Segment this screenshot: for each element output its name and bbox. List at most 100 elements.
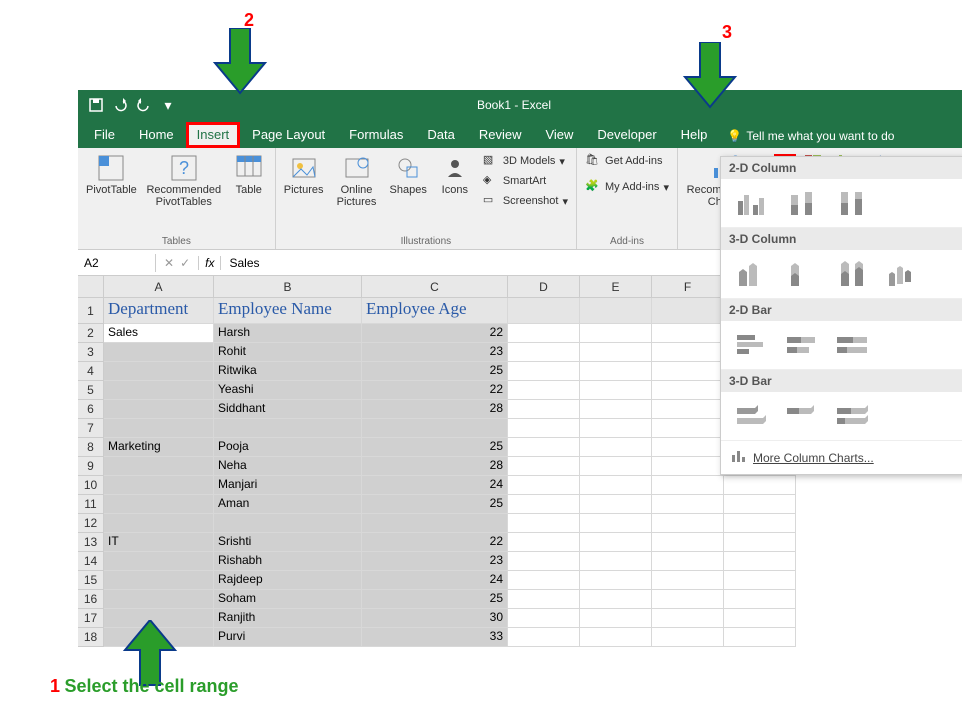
3d-100-stacked-bar-button[interactable]	[833, 400, 873, 432]
select-all-corner[interactable]	[78, 276, 104, 298]
cell[interactable]: 33	[362, 628, 508, 647]
row-header[interactable]: 6	[78, 400, 104, 419]
cell[interactable]	[580, 400, 652, 419]
cell[interactable]: 22	[362, 381, 508, 400]
cell[interactable]: Siddhant	[214, 400, 362, 419]
row-header[interactable]: 18	[78, 628, 104, 647]
stacked-bar-button[interactable]	[783, 329, 823, 361]
cell[interactable]	[724, 533, 796, 552]
cell[interactable]: Pooja	[214, 438, 362, 457]
cell[interactable]	[652, 628, 724, 647]
cell[interactable]: 24	[362, 571, 508, 590]
clustered-column-button[interactable]	[733, 187, 773, 219]
cell[interactable]	[580, 571, 652, 590]
cell[interactable]: 23	[362, 552, 508, 571]
cell[interactable]: 28	[362, 457, 508, 476]
cell[interactable]	[580, 343, 652, 362]
cell[interactable]	[652, 298, 724, 324]
cell[interactable]	[104, 419, 214, 438]
cell[interactable]	[652, 590, 724, 609]
cell[interactable]	[652, 495, 724, 514]
cell[interactable]	[508, 324, 580, 343]
customize-qat-icon[interactable]: ▾	[160, 97, 176, 113]
row-header[interactable]: 17	[78, 609, 104, 628]
cell[interactable]	[580, 324, 652, 343]
tab-help[interactable]: Help	[669, 122, 720, 148]
cell[interactable]	[580, 514, 652, 533]
cell[interactable]	[508, 609, 580, 628]
col-header[interactable]: B	[214, 276, 362, 298]
cell[interactable]	[104, 590, 214, 609]
icons-button[interactable]: Icons	[435, 152, 475, 198]
cell[interactable]: 25	[362, 438, 508, 457]
cell[interactable]	[508, 495, 580, 514]
row-header[interactable]: 8	[78, 438, 104, 457]
cell[interactable]: Purvi	[214, 628, 362, 647]
cell[interactable]: Rishabh	[214, 552, 362, 571]
cell[interactable]	[652, 381, 724, 400]
cell[interactable]	[508, 552, 580, 571]
cell[interactable]	[580, 457, 652, 476]
cell[interactable]	[104, 495, 214, 514]
tab-view[interactable]: View	[533, 122, 585, 148]
cell[interactable]: Neha	[214, 457, 362, 476]
cell[interactable]	[724, 628, 796, 647]
cell[interactable]	[652, 514, 724, 533]
cell[interactable]	[214, 514, 362, 533]
cell[interactable]	[724, 590, 796, 609]
table-button[interactable]: Table	[229, 152, 269, 198]
cell[interactable]	[724, 552, 796, 571]
cell[interactable]	[652, 362, 724, 381]
3d-models-button[interactable]: ▧3D Models ▾	[481, 152, 570, 170]
cell[interactable]: 25	[362, 590, 508, 609]
shapes-button[interactable]: Shapes	[388, 152, 429, 198]
cell[interactable]: Harsh	[214, 324, 362, 343]
col-header[interactable]: C	[362, 276, 508, 298]
cell[interactable]	[580, 438, 652, 457]
my-addins-button[interactable]: 🧩My Add-ins ▾	[583, 178, 671, 196]
3d-stacked-column-button[interactable]	[783, 258, 823, 290]
enter-icon[interactable]: ✓	[180, 256, 190, 270]
cell[interactable]	[104, 476, 214, 495]
row-header[interactable]: 15	[78, 571, 104, 590]
cell[interactable]	[580, 362, 652, 381]
cell[interactable]	[580, 533, 652, 552]
cell[interactable]: 30	[362, 609, 508, 628]
cell[interactable]	[508, 590, 580, 609]
cell[interactable]	[580, 381, 652, 400]
save-icon[interactable]	[88, 97, 104, 113]
3d-column-button[interactable]	[883, 258, 923, 290]
row-header[interactable]: 3	[78, 343, 104, 362]
cell[interactable]	[652, 457, 724, 476]
tab-page-layout[interactable]: Page Layout	[240, 122, 337, 148]
cell[interactable]	[652, 609, 724, 628]
redo-icon[interactable]	[136, 97, 152, 113]
cell[interactable]	[652, 476, 724, 495]
cell[interactable]	[508, 476, 580, 495]
cell[interactable]	[362, 514, 508, 533]
screenshot-button[interactable]: ▭Screenshot ▾	[481, 192, 570, 210]
recommended-pivot-button[interactable]: ? Recommended PivotTables	[145, 152, 223, 210]
cell[interactable]	[652, 552, 724, 571]
cell[interactable]	[508, 628, 580, 647]
3d-stacked-bar-button[interactable]	[783, 400, 823, 432]
3d-clustered-column-button[interactable]	[733, 258, 773, 290]
stacked-column-button[interactable]	[783, 187, 823, 219]
100-stacked-bar-button[interactable]	[833, 329, 873, 361]
cell[interactable]	[104, 362, 214, 381]
tab-data[interactable]: Data	[415, 122, 466, 148]
cell[interactable]: Employee Name	[214, 298, 362, 324]
row-header[interactable]: 5	[78, 381, 104, 400]
row-header[interactable]: 4	[78, 362, 104, 381]
tab-insert[interactable]: Insert	[186, 122, 241, 148]
cell[interactable]: Ritwika	[214, 362, 362, 381]
cell[interactable]	[652, 438, 724, 457]
cell[interactable]: 22	[362, 533, 508, 552]
tab-home[interactable]: Home	[127, 122, 186, 148]
more-column-charts-button[interactable]: More Column Charts...	[721, 441, 962, 474]
name-box[interactable]: A2	[78, 254, 156, 272]
col-header[interactable]: A	[104, 276, 214, 298]
pivot-table-button[interactable]: PivotTable	[84, 152, 139, 198]
3d-100-stacked-column-button[interactable]	[833, 258, 873, 290]
cell[interactable]	[508, 438, 580, 457]
